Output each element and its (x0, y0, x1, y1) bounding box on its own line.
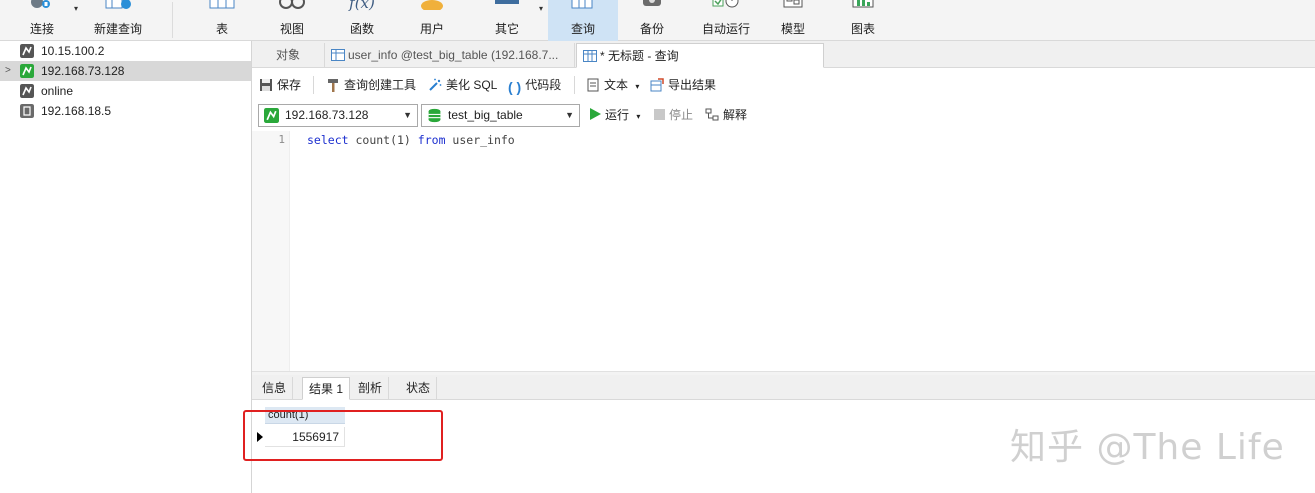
text-output-button[interactable]: 文本 ▾ (586, 76, 639, 94)
mysql-connection-icon (20, 84, 34, 98)
sql-function-text: count(1) (348, 133, 418, 147)
model-icon (783, 0, 803, 8)
document-tab-bar: 对象 user_info @test_big_table (192.168.7.… (252, 41, 1315, 68)
tab-untitled-query[interactable]: * 无标题 - 查询 (576, 43, 824, 68)
sql-editor[interactable]: 1 select count(1) from user_info (252, 131, 1315, 371)
connection-tree: 10.15.100.2 > 192.168.73.128 online 192.… (0, 41, 252, 493)
connection-item-selected[interactable]: > 192.168.73.128 (0, 61, 251, 81)
view-icon (279, 0, 305, 9)
backup-button[interactable]: 备份 (632, 0, 672, 41)
model-button[interactable]: 模型 (773, 0, 813, 41)
toolbar-separator (574, 76, 575, 94)
explain-button[interactable]: 解释 (705, 106, 747, 124)
table-icon (209, 0, 235, 9)
table-icon (331, 49, 345, 61)
run-dropdown-arrow-icon[interactable]: ▾ (636, 112, 640, 121)
connection-select[interactable]: 192.168.73.128 ▼ (258, 104, 418, 127)
chevron-down-icon: ▼ (403, 110, 412, 120)
tab-result-1[interactable]: 结果 1 (302, 377, 351, 400)
query-builder-button[interactable]: 查询创建工具 (326, 76, 416, 94)
function-button[interactable]: f(x) 函数 (342, 0, 382, 41)
database-icon (428, 108, 441, 123)
chart-icon (852, 0, 874, 8)
mysql-connection-open-icon (264, 108, 279, 123)
connection-item[interactable]: online (0, 81, 251, 101)
query-button[interactable]: 查询 (548, 0, 618, 41)
sql-code-line: select count(1) from user_info (307, 133, 515, 147)
mysql-connection-icon (20, 44, 34, 58)
explain-icon (705, 108, 719, 121)
tab-info[interactable]: 信息 (256, 377, 294, 400)
backup-icon (643, 0, 661, 6)
stop-button[interactable]: 停止 (654, 106, 693, 124)
stop-icon (654, 109, 665, 120)
export-icon (650, 78, 664, 92)
mysql-connection-icon (20, 104, 34, 118)
view-button[interactable]: 视图 (272, 0, 312, 41)
main-toolbar: 连接 ▾ 新建查询 表 视图 f(x) 函数 用户 其它 ▾ 查询 备份 自动运… (0, 0, 1315, 41)
query-icon (571, 0, 593, 9)
query-icon (583, 50, 597, 62)
magic-wand-icon (429, 78, 442, 91)
new-query-button[interactable]: 新建查询 (88, 0, 148, 41)
run-button[interactable]: 运行 ▾ (590, 106, 640, 124)
tab-profile[interactable]: 剖析 (352, 377, 390, 400)
tab-objects[interactable]: 对象 (252, 43, 325, 68)
auto-run-button[interactable]: 自动运行 (696, 0, 756, 41)
tab-status[interactable]: 状态 (400, 377, 438, 400)
save-icon (260, 79, 272, 91)
annotation-highlight-box (243, 410, 443, 461)
play-icon (590, 108, 601, 120)
connect-button[interactable]: 连接 (22, 0, 62, 41)
user-button[interactable]: 用户 (412, 0, 452, 41)
tab-table-user-info[interactable]: user_info @test_big_table (192.168.7... (325, 43, 575, 68)
document-icon (587, 78, 599, 92)
watermark: 知乎 @The Life (1010, 427, 1285, 468)
sql-table-name: user_info (445, 133, 515, 147)
line-number-gutter: 1 (252, 131, 290, 371)
sql-keyword-select: select (307, 133, 349, 147)
text-dropdown-arrow-icon[interactable]: ▾ (635, 82, 639, 91)
beautify-sql-button[interactable]: 美化 SQL (428, 76, 497, 94)
toolbar-separator (172, 2, 173, 38)
export-results-button[interactable]: 导出结果 (650, 76, 716, 94)
connection-item[interactable]: 10.15.100.2 (0, 41, 251, 61)
hammer-icon (328, 79, 338, 92)
connect-icon (31, 0, 50, 8)
chart-button[interactable]: 图表 (843, 0, 883, 41)
other-icon (495, 0, 519, 4)
connect-dropdown-arrow-icon[interactable]: ▾ (74, 4, 78, 13)
new-query-icon (105, 0, 131, 9)
expand-chevron-icon[interactable]: > (5, 61, 11, 81)
parentheses-icon: ( ) (508, 79, 522, 95)
chevron-down-icon: ▼ (565, 110, 574, 120)
function-icon: f(x) (349, 0, 375, 12)
other-dropdown-arrow-icon[interactable]: ▾ (539, 4, 543, 13)
connection-item[interactable]: 192.168.18.5 (0, 101, 251, 121)
save-button[interactable]: 保存 (259, 76, 301, 94)
user-icon (421, 0, 443, 10)
sql-keyword-from: from (417, 133, 446, 147)
toolbar-separator (313, 76, 314, 94)
other-button[interactable]: 其它 (487, 0, 527, 41)
query-toolbar: 保存 查询创建工具 美化 SQL ( ) 代码段 文本 ▾ 导出结果 (252, 72, 1315, 98)
result-tab-bar: 信息 结果 1 剖析 状态 (252, 375, 1315, 400)
code-snippet-button[interactable]: ( ) 代码段 (508, 76, 561, 94)
table-button[interactable]: 表 (202, 0, 242, 41)
query-selector-row: 192.168.73.128 ▼ test_big_table ▼ 运行 ▾ 停… (252, 101, 1315, 129)
database-select[interactable]: test_big_table ▼ (421, 104, 580, 127)
mysql-connection-open-icon (20, 64, 34, 78)
auto-run-icon (712, 0, 739, 8)
